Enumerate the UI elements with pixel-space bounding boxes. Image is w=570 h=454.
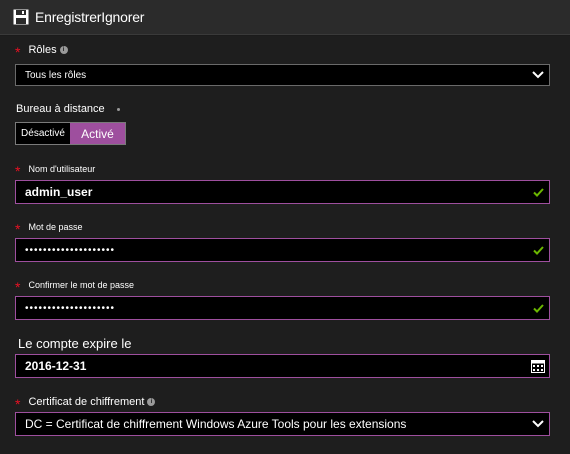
password-label: Mot de passe — [28, 222, 83, 232]
chevron-down-icon — [527, 414, 549, 434]
save-button[interactable]: Enregistrer — [35, 9, 101, 25]
toggle-on-option[interactable]: Activé — [70, 123, 125, 144]
checkmark-icon — [527, 298, 549, 318]
chevron-down-icon — [527, 65, 549, 85]
remote-desktop-form: * Rôles i Tous les rôles Bureau à distan… — [0, 36, 570, 454]
username-input[interactable]: admin_user — [15, 180, 550, 204]
required-asterisk: * — [15, 221, 21, 237]
confirm-password-input[interactable]: •••••••••••••••••••• — [15, 296, 550, 320]
password-label-row: * Mot de passe — [15, 219, 83, 237]
remote-desktop-label: Bureau à distance — [16, 103, 105, 115]
required-asterisk: * — [15, 396, 21, 412]
remote-desktop-label-row: Bureau à distance — [16, 103, 120, 115]
calendar-icon[interactable] — [527, 356, 549, 376]
username-label-row: * Nom d'utilisateur — [15, 161, 96, 179]
confirm-password-label: Confirmer le mot de passe — [28, 280, 134, 290]
expiry-date-input[interactable]: 2016-12-31 — [15, 354, 550, 378]
confirm-password-value: •••••••••••••••••••• — [25, 302, 116, 314]
certificate-label: Certificat de chiffrement — [28, 396, 145, 408]
username-label: Nom d'utilisateur — [28, 164, 96, 174]
roles-selected-value: Tous les rôles — [25, 69, 87, 81]
info-icon[interactable] — [116, 107, 120, 111]
expiry-label: Le compte expire le — [18, 336, 132, 351]
expiry-date-value: 2016-12-31 — [25, 359, 87, 373]
required-asterisk: * — [15, 163, 21, 179]
roles-dropdown[interactable]: Tous les rôles — [15, 64, 550, 86]
certificate-selected-value: DC = Certificat de chiffrement Windows A… — [25, 417, 407, 431]
required-asterisk: * — [15, 279, 21, 295]
floppy-disk-icon[interactable] — [13, 9, 29, 25]
roles-label: Rôles — [28, 44, 57, 56]
required-asterisk: * — [15, 44, 21, 60]
expiry-label-row: Le compte expire le — [18, 336, 131, 351]
discard-button[interactable]: Ignorer — [101, 9, 144, 25]
certificate-label-row: * Certificat de chiffrement i — [15, 394, 156, 412]
info-icon[interactable]: i — [147, 398, 156, 406]
certificate-dropdown[interactable]: DC = Certificat de chiffrement Windows A… — [15, 412, 550, 436]
toggle-off-option[interactable]: Désactivé — [16, 123, 70, 144]
command-bar: Enregistrer Ignorer — [0, 0, 570, 35]
checkmark-icon — [527, 240, 549, 260]
username-value: admin_user — [25, 185, 93, 199]
password-value: •••••••••••••••••••• — [25, 244, 116, 256]
remote-desktop-toggle: Désactivé Activé — [15, 122, 126, 145]
confirm-password-label-row: * Confirmer le mot de passe — [15, 277, 134, 295]
roles-label-row: * Rôles i — [15, 42, 68, 60]
password-input[interactable]: •••••••••••••••••••• — [15, 238, 550, 262]
checkmark-icon — [527, 182, 549, 202]
info-icon[interactable]: i — [59, 46, 68, 54]
